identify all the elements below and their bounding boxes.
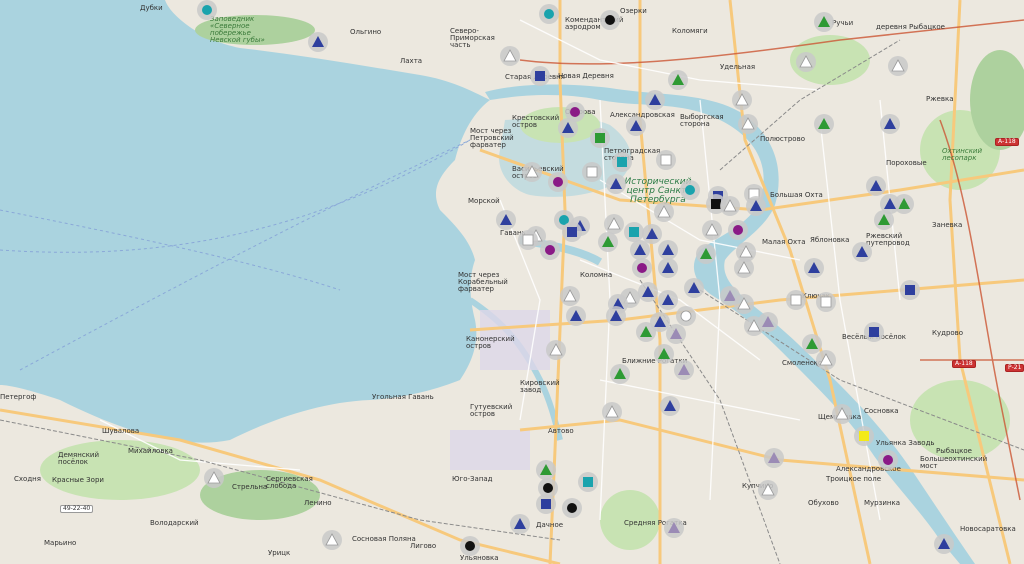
green-triangle-marker[interactable]	[636, 322, 656, 342]
lavender-triangle-marker[interactable]	[664, 518, 684, 538]
white-triangle-marker[interactable]	[796, 52, 816, 72]
green-triangle-marker[interactable]	[814, 12, 834, 32]
blue-triangle-marker[interactable]	[866, 176, 886, 196]
white-triangle-marker[interactable]	[832, 404, 852, 424]
green-triangle-marker[interactable]	[610, 364, 630, 384]
white-triangle-marker[interactable]	[738, 114, 758, 134]
purple-circle-marker[interactable]	[632, 258, 652, 278]
blue-triangle-marker[interactable]	[606, 306, 626, 326]
blue-triangle-marker[interactable]	[566, 306, 586, 326]
white-triangle-marker[interactable]	[322, 530, 342, 550]
blue-square-marker[interactable]	[536, 494, 556, 514]
white-triangle-marker[interactable]	[734, 258, 754, 278]
white-square-marker[interactable]	[582, 162, 602, 182]
green-triangle-marker[interactable]	[874, 210, 894, 230]
white-triangle-marker[interactable]	[758, 480, 778, 500]
teal-square-marker[interactable]	[578, 472, 598, 492]
blue-triangle-marker[interactable]	[852, 242, 872, 262]
white-triangle-marker[interactable]	[702, 220, 722, 240]
purple-circle-marker[interactable]	[878, 450, 898, 470]
blue-triangle-marker[interactable]	[658, 290, 678, 310]
white-triangle-marker[interactable]	[816, 350, 836, 370]
white-triangle-marker[interactable]	[734, 294, 754, 314]
teal-square-marker[interactable]	[624, 222, 644, 242]
blue-triangle-marker[interactable]	[658, 240, 678, 260]
white-triangle-marker[interactable]	[204, 468, 224, 488]
lavender-triangle-marker[interactable]	[758, 312, 778, 332]
map-canvas[interactable]: Дубки Ольгино Лахта Северо-Приморская ча…	[0, 0, 1024, 564]
blue-triangle-marker[interactable]	[496, 210, 516, 230]
purple-circle-marker[interactable]	[540, 240, 560, 260]
black-circle-marker[interactable]	[562, 498, 582, 518]
lavender-triangle-marker[interactable]	[674, 360, 694, 380]
green-square-marker[interactable]	[590, 128, 610, 148]
white-triangle-marker[interactable]	[604, 214, 624, 234]
teal-circle-marker[interactable]	[539, 4, 559, 24]
blue-triangle-marker[interactable]	[645, 90, 665, 110]
black-circle-marker[interactable]	[460, 536, 480, 556]
blue-triangle-marker[interactable]	[510, 514, 530, 534]
lavender-triangle-marker[interactable]	[764, 448, 784, 468]
yellow-square-marker[interactable]	[854, 426, 874, 446]
white-square-marker[interactable]	[786, 290, 806, 310]
blue-triangle-marker[interactable]	[638, 282, 658, 302]
white-triangle-marker[interactable]	[888, 56, 908, 76]
white-square-marker[interactable]	[656, 150, 676, 170]
blue-triangle-marker[interactable]	[934, 534, 954, 554]
blue-triangle-marker[interactable]	[880, 114, 900, 134]
blue-triangle-marker[interactable]	[308, 32, 328, 52]
white-triangle-marker[interactable]	[522, 162, 542, 182]
green-triangle-marker[interactable]	[802, 334, 822, 354]
white-triangle-marker[interactable]	[654, 202, 674, 222]
blue-triangle-marker[interactable]	[684, 278, 704, 298]
poi-markers-layer	[197, 0, 954, 556]
black-circle-marker[interactable]	[600, 10, 620, 30]
green-triangle-marker[interactable]	[536, 460, 556, 480]
white-triangle-marker[interactable]	[602, 402, 622, 422]
teal-circle-marker[interactable]	[197, 0, 217, 20]
purple-circle-marker[interactable]	[548, 172, 568, 192]
blue-triangle-marker[interactable]	[642, 224, 662, 244]
white-triangle-marker[interactable]	[560, 286, 580, 306]
purple-circle-marker[interactable]	[728, 220, 748, 240]
white-triangle-marker[interactable]	[500, 46, 520, 66]
green-triangle-marker[interactable]	[654, 344, 674, 364]
green-triangle-marker[interactable]	[668, 70, 688, 90]
blue-square-marker[interactable]	[900, 280, 920, 300]
blue-triangle-marker[interactable]	[606, 174, 626, 194]
green-triangle-marker[interactable]	[598, 232, 618, 252]
lavender-triangle-marker[interactable]	[666, 324, 686, 344]
blue-triangle-marker[interactable]	[804, 258, 824, 278]
white-circle-marker[interactable]	[676, 306, 696, 326]
blue-triangle-marker[interactable]	[558, 118, 578, 138]
white-triangle-marker[interactable]	[720, 196, 740, 216]
white-square-marker[interactable]	[816, 292, 836, 312]
teal-circle-marker[interactable]	[680, 180, 700, 200]
teal-square-marker[interactable]	[612, 152, 632, 172]
blue-square-marker[interactable]	[530, 66, 550, 86]
blue-square-marker[interactable]	[864, 322, 884, 342]
blue-triangle-marker[interactable]	[746, 196, 766, 216]
white-triangle-marker[interactable]	[732, 90, 752, 110]
green-triangle-marker[interactable]	[814, 114, 834, 134]
blue-triangle-marker[interactable]	[630, 240, 650, 260]
white-square-marker[interactable]	[518, 230, 538, 250]
green-triangle-marker[interactable]	[696, 244, 716, 264]
blue-triangle-marker[interactable]	[660, 396, 680, 416]
white-triangle-marker[interactable]	[546, 340, 566, 360]
blue-triangle-marker[interactable]	[658, 258, 678, 278]
blue-square-marker[interactable]	[562, 222, 582, 242]
blue-triangle-marker[interactable]	[626, 116, 646, 136]
